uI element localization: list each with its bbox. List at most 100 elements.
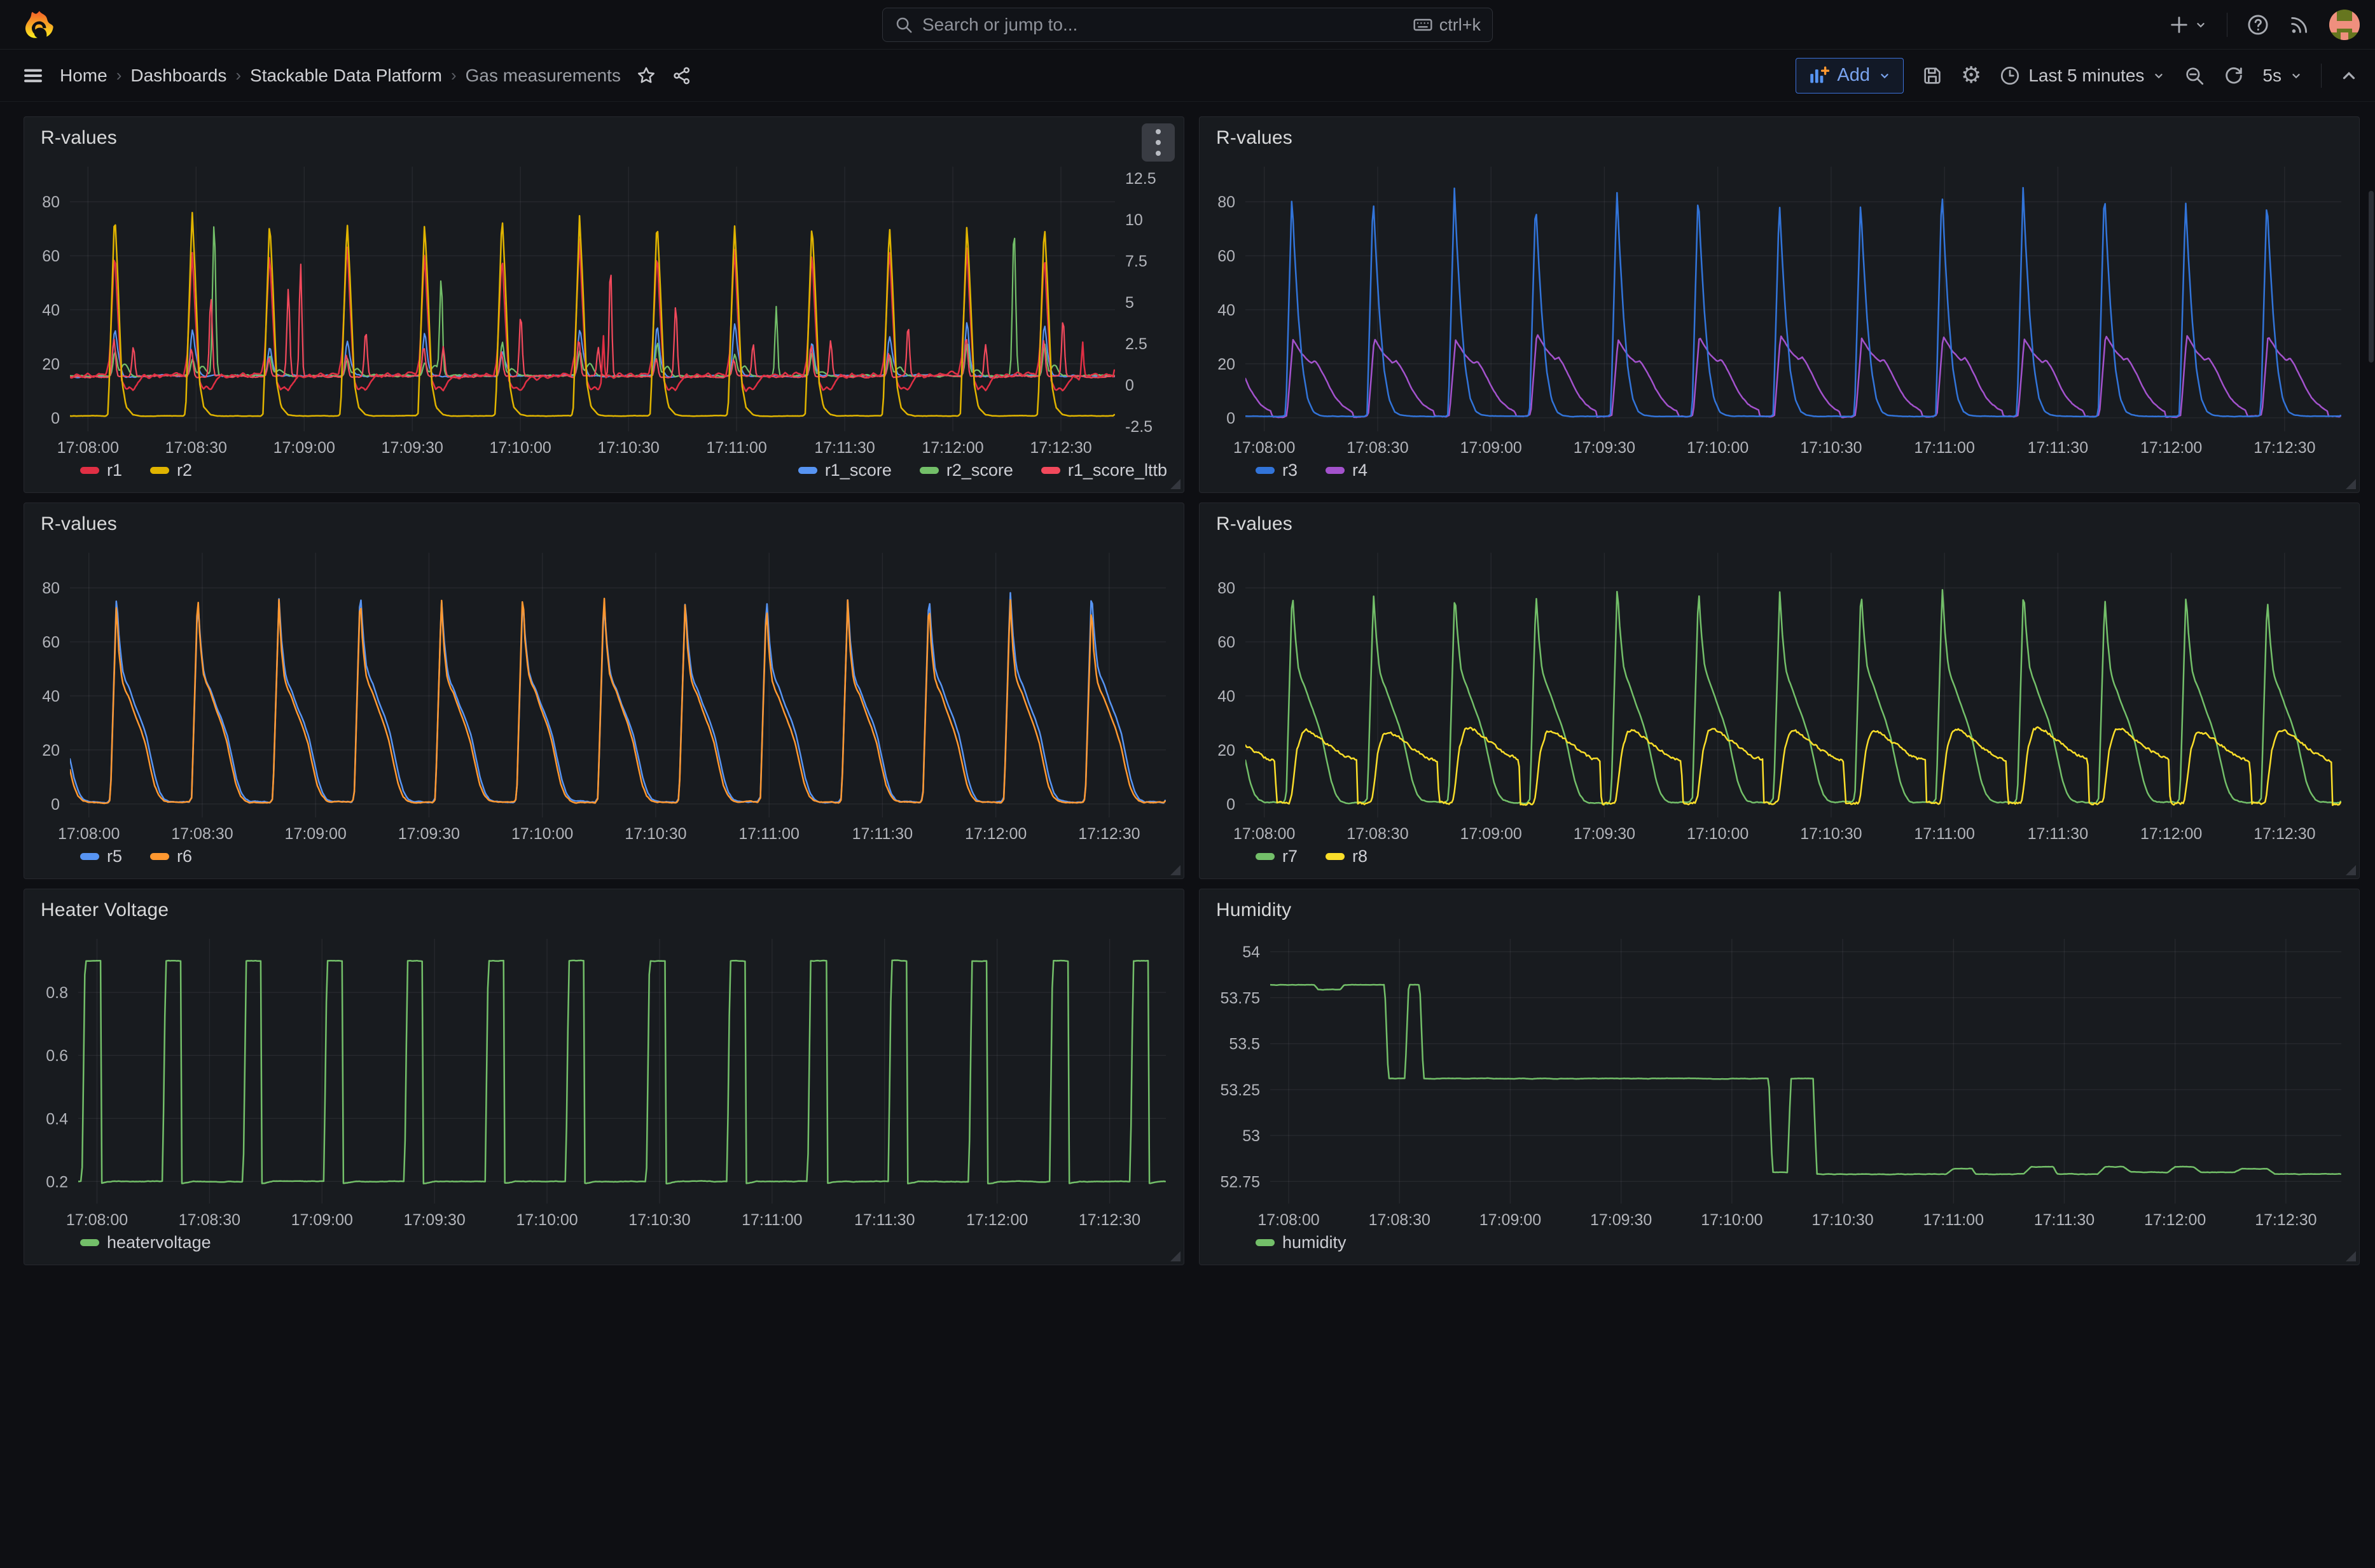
new-button[interactable] (2168, 14, 2208, 36)
legend-swatch (798, 467, 817, 474)
chart-area[interactable]: 17:08:0017:08:3017:09:0017:09:3017:10:00… (24, 156, 1184, 459)
svg-text:17:11:00: 17:11:00 (742, 1211, 802, 1229)
legend-item-r8[interactable]: r8 (1326, 847, 1368, 866)
legend-item-humidity[interactable]: humidity (1256, 1233, 1347, 1252)
panel-resize-handle[interactable] (2346, 865, 2356, 875)
panel-title[interactable]: Heater Voltage (41, 899, 169, 921)
refresh-interval-picker[interactable]: 5s (2262, 66, 2303, 86)
panel-r-values-0: R-values 17:08:0017:08:3017:09:0017:09:30… (24, 116, 1184, 493)
add-panel-icon (1808, 65, 1829, 87)
chart-svg-heater-voltage-4[interactable]: 17:08:0017:08:3017:09:0017:09:3017:10:00… (24, 929, 1184, 1233)
svg-text:17:08:00: 17:08:00 (1233, 825, 1295, 843)
add-button[interactable]: Add (1796, 58, 1904, 94)
svg-text:60: 60 (1217, 634, 1235, 651)
search-icon (894, 15, 913, 34)
legend-item-r6[interactable]: r6 (150, 847, 192, 866)
breadcrumb-current: Gas measurements (466, 66, 621, 86)
svg-text:17:10:30: 17:10:30 (625, 825, 686, 843)
panel-resize-handle[interactable] (1170, 865, 1181, 875)
clock-icon (1999, 65, 2021, 87)
panel-title[interactable]: R-values (41, 127, 117, 149)
chart-svg-humidity-5[interactable]: 17:08:0017:08:3017:09:0017:09:3017:10:00… (1200, 929, 2359, 1233)
svg-text:17:09:30: 17:09:30 (404, 1211, 466, 1229)
breadcrumb-folder[interactable]: Stackable Data Platform (250, 66, 442, 86)
menu-button[interactable] (22, 64, 45, 87)
help-button[interactable] (2247, 13, 2269, 36)
legend-item-heatervoltage[interactable]: heatervoltage (80, 1233, 211, 1252)
svg-text:17:12:30: 17:12:30 (1079, 1211, 1140, 1229)
dashboard-panels: R-values17:08:0017:08:3017:09:0017:09:30… (0, 102, 2375, 1568)
chart-area[interactable]: 17:08:0017:08:3017:09:0017:09:3017:10:00… (1200, 929, 2359, 1232)
chart-svg-r-values-0[interactable]: 17:08:0017:08:3017:09:0017:09:3017:10:00… (24, 156, 1184, 461)
legend-item-r2_score[interactable]: r2_score (920, 461, 1013, 480)
chart-svg-r-values-1[interactable]: 17:08:0017:08:3017:09:0017:09:3017:10:00… (1200, 156, 2359, 461)
legend-item-r1_score[interactable]: r1_score (798, 461, 892, 480)
svg-text:17:09:30: 17:09:30 (1574, 825, 1635, 843)
breadcrumb-dashboards[interactable]: Dashboards (130, 66, 226, 86)
legend-item-r4[interactable]: r4 (1326, 461, 1368, 480)
grafana-logo-icon[interactable] (24, 10, 55, 40)
svg-text:17:11:00: 17:11:00 (738, 825, 799, 843)
chart-area[interactable]: 17:08:0017:08:3017:09:0017:09:3017:10:00… (1200, 543, 2359, 845)
chart-area[interactable]: 17:08:0017:08:3017:09:0017:09:3017:10:00… (24, 543, 1184, 845)
collapse-toolbar-button[interactable] (2339, 66, 2358, 85)
breadcrumb-home[interactable]: Home (60, 66, 107, 86)
svg-text:17:11:30: 17:11:30 (2034, 1211, 2095, 1229)
save-dashboard-button[interactable] (1921, 65, 1943, 87)
divider (2321, 64, 2322, 88)
chart-area[interactable]: 17:08:0017:08:3017:09:0017:09:3017:10:00… (1200, 156, 2359, 459)
panel-resize-handle[interactable] (1170, 479, 1181, 489)
panel-title[interactable]: R-values (1216, 513, 1292, 535)
series-r1_score_lttb (70, 265, 1114, 378)
legend-item-r5[interactable]: r5 (80, 847, 122, 866)
panel-resize-handle[interactable] (2346, 1251, 2356, 1261)
svg-text:5: 5 (1125, 294, 1134, 312)
legend-label: r2 (177, 461, 192, 480)
svg-text:10: 10 (1125, 211, 1143, 229)
chevron-down-icon (2194, 18, 2208, 32)
time-range-label: Last 5 minutes (2028, 66, 2144, 86)
dashboard-settings-button[interactable]: ⚙ (1961, 64, 1981, 87)
svg-text:17:12:30: 17:12:30 (2254, 439, 2315, 457)
svg-text:-2.5: -2.5 (1125, 418, 1153, 436)
scrollbar-thumb[interactable] (2369, 191, 2374, 363)
panel-resize-handle[interactable] (2346, 479, 2356, 489)
search-input[interactable]: Search or jump to... ctrl+k (882, 8, 1493, 42)
svg-text:2.5: 2.5 (1125, 335, 1147, 353)
zoom-out-button[interactable] (2184, 65, 2205, 87)
legend: r1 r2 r1_score r2_score r1_score_lttb (24, 459, 1184, 492)
favorite-button[interactable] (636, 66, 656, 86)
svg-text:20: 20 (42, 742, 60, 760)
svg-text:17:11:30: 17:11:30 (854, 1211, 915, 1229)
chart-svg-r-values-3[interactable]: 17:08:0017:08:3017:09:0017:09:3017:10:00… (1200, 543, 2359, 847)
time-range-picker[interactable]: Last 5 minutes (1999, 65, 2166, 87)
svg-text:17:09:30: 17:09:30 (1574, 439, 1635, 457)
panel-title[interactable]: R-values (41, 513, 117, 535)
series-r6 (70, 599, 1165, 803)
svg-text:17:11:00: 17:11:00 (1914, 825, 1974, 843)
svg-text:17:10:30: 17:10:30 (628, 1211, 690, 1229)
avatar[interactable] (2329, 10, 2360, 40)
panel-humidity-5: Humidity 17:08:0017:08:3017:09:0017:09:30… (1199, 889, 2360, 1265)
chart-svg-r-values-2[interactable]: 17:08:0017:08:3017:09:0017:09:3017:10:00… (24, 543, 1184, 847)
news-button[interactable] (2288, 14, 2310, 36)
panel-title[interactable]: R-values (1216, 127, 1292, 149)
panel-title[interactable]: Humidity (1216, 899, 1291, 921)
legend-item-r1[interactable]: r1 (80, 461, 122, 480)
legend-item-r7[interactable]: r7 (1256, 847, 1298, 866)
panel-resize-handle[interactable] (1170, 1251, 1181, 1261)
legend: heatervoltage (24, 1232, 1184, 1265)
svg-text:53.75: 53.75 (1220, 989, 1260, 1007)
panel-menu-button[interactable] (1142, 123, 1175, 162)
legend-item-r3[interactable]: r3 (1256, 461, 1298, 480)
svg-text:17:08:30: 17:08:30 (179, 1211, 240, 1229)
breadcrumb-separator: › (235, 66, 241, 85)
chart-area[interactable]: 17:08:0017:08:3017:09:0017:09:3017:10:00… (24, 929, 1184, 1232)
refresh-button[interactable] (2223, 65, 2245, 87)
share-button[interactable] (672, 66, 692, 86)
legend-item-r1_score_lttb[interactable]: r1_score_lttb (1041, 461, 1167, 480)
panel-r-values-3: R-values17:08:0017:08:3017:09:0017:09:30… (1199, 503, 2360, 879)
legend-item-r2[interactable]: r2 (150, 461, 192, 480)
svg-text:17:09:00: 17:09:00 (291, 1211, 353, 1229)
svg-text:0: 0 (1226, 796, 1235, 814)
